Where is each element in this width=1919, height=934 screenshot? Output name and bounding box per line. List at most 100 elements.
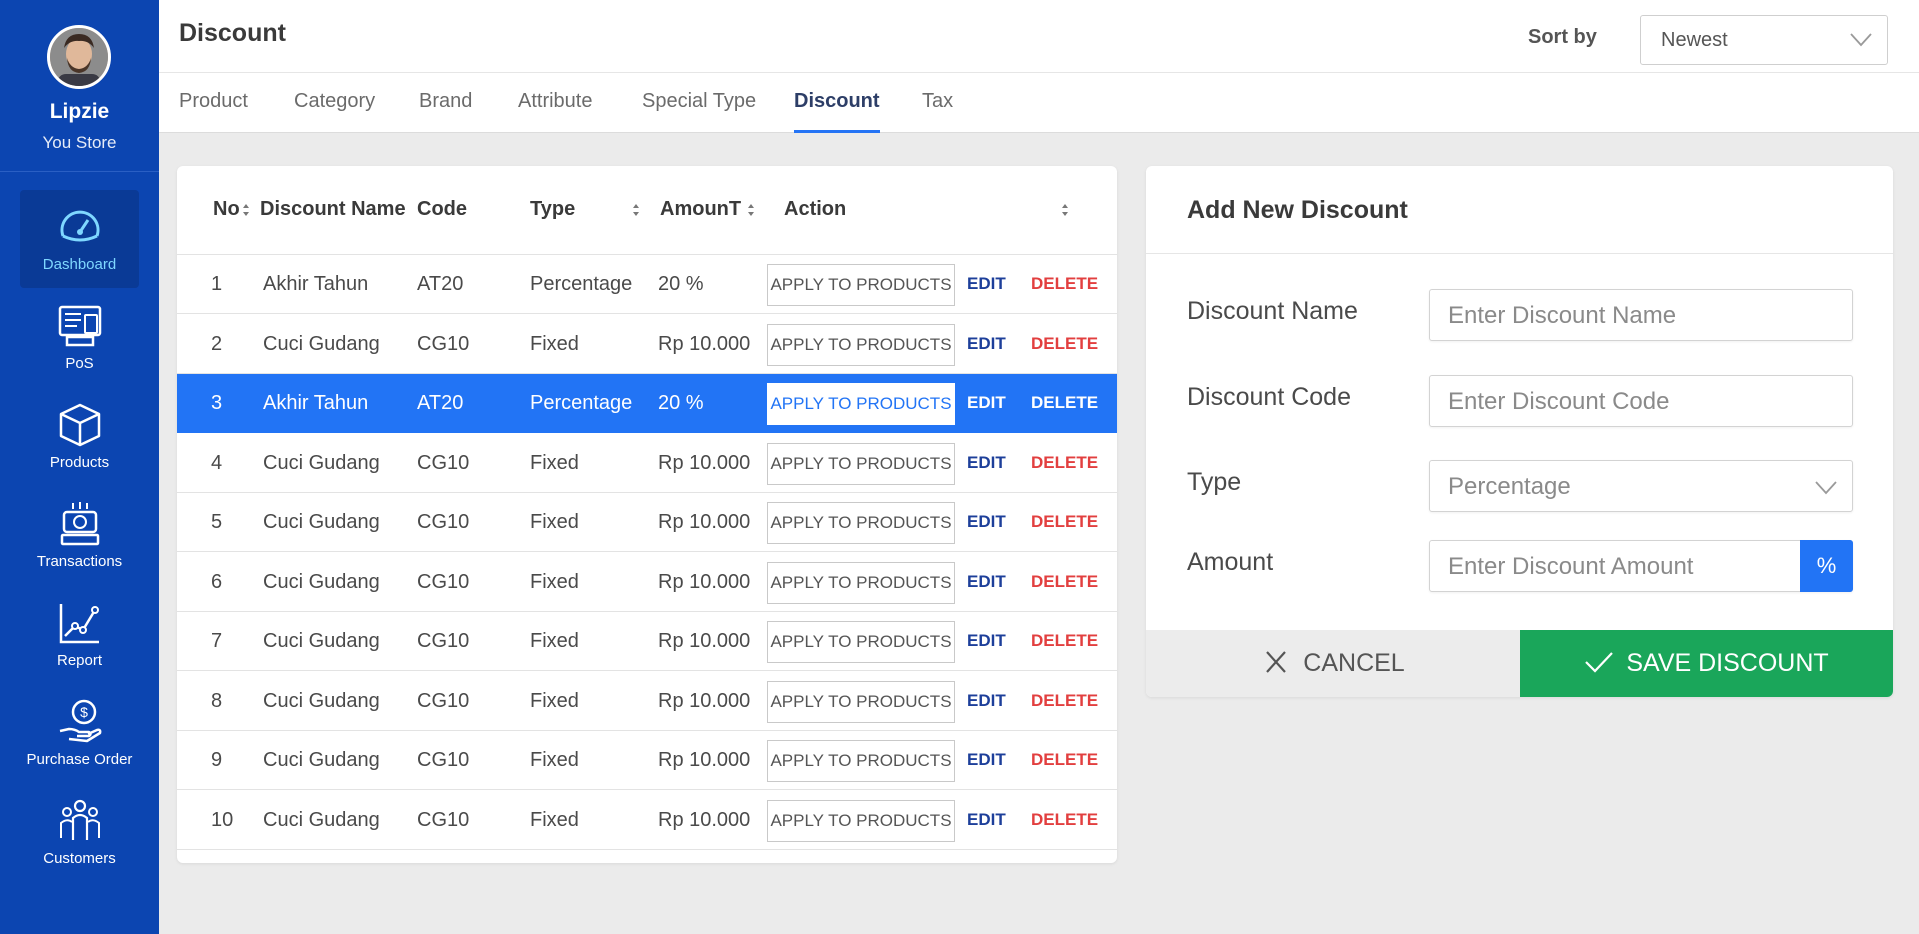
column-header-type[interactable]: Type: [530, 198, 575, 221]
tab-discount[interactable]: Discount: [794, 90, 880, 133]
table-row[interactable]: 9 Cuci Gudang CG10 Fixed Rp 10.000 APPLY TO P…: [177, 731, 1117, 790]
tab-tax[interactable]: Tax: [922, 90, 953, 133]
column-header-no[interactable]: No: [213, 198, 240, 221]
delete-button[interactable]: DELETE: [1031, 750, 1098, 770]
edit-button[interactable]: EDIT: [967, 512, 1006, 532]
delete-button[interactable]: DELETE: [1031, 334, 1098, 354]
delete-button[interactable]: DELETE: [1031, 691, 1098, 711]
sort-arrows-icon[interactable]: [632, 203, 640, 217]
cell-amount: 20 %: [658, 273, 704, 295]
cell-discount-name: Cuci Gudang: [263, 570, 380, 593]
save-discount-button[interactable]: SAVE DISCOUNT: [1520, 630, 1893, 697]
column-header-code: Code: [417, 198, 467, 220]
delete-button[interactable]: DELETE: [1031, 631, 1098, 651]
cell-code: CG10: [417, 570, 470, 593]
cell-no: 5: [211, 511, 223, 533]
table-row[interactable]: 1 Akhir Tahun AT20 Percentage 20 % APPLY TO P…: [177, 255, 1117, 314]
table-row[interactable]: 5 Cuci Gudang CG10 Fixed Rp 10.000 APPLY TO P…: [177, 493, 1117, 552]
delete-button[interactable]: DELETE: [1031, 572, 1098, 592]
tab-special-type[interactable]: Special Type: [642, 90, 756, 133]
nav-report[interactable]: Report: [20, 586, 139, 684]
apply-to-products-button[interactable]: APPLY TO PRODUCTS: [767, 799, 955, 842]
table-header: No Discount Name Code Type AmounT Action: [177, 166, 1117, 255]
cell-no: 8: [211, 689, 223, 712]
sidebar: Lipzie You Store Dashboard PoS Products: [0, 0, 159, 934]
cell-amount: Rp 10.000: [658, 808, 751, 831]
cell-type: Fixed: [530, 511, 579, 533]
nav-pos[interactable]: PoS: [20, 289, 139, 387]
sort-arrows-icon[interactable]: [747, 203, 755, 217]
nav-transactions[interactable]: Transactions: [20, 487, 139, 585]
edit-button[interactable]: EDIT: [967, 334, 1006, 354]
edit-button[interactable]: EDIT: [967, 691, 1006, 711]
apply-to-products-button[interactable]: APPLY TO PRODUCTS: [767, 383, 955, 425]
column-header-discount-name: Discount Name: [260, 198, 406, 220]
cell-no: 6: [211, 570, 223, 593]
edit-button[interactable]: EDIT: [967, 453, 1006, 473]
cell-discount-name: Cuci Gudang: [263, 511, 380, 533]
edit-button[interactable]: EDIT: [967, 572, 1006, 592]
type-label: Type: [1187, 468, 1242, 496]
cell-no: 1: [211, 273, 223, 295]
apply-to-products-button[interactable]: APPLY TO PRODUCTS: [767, 680, 955, 723]
cell-code: CG10: [417, 511, 470, 533]
apply-to-products-button[interactable]: APPLY TO PRODUCTS: [767, 442, 955, 485]
discount-code-input[interactable]: Enter Discount Code: [1429, 375, 1853, 427]
cell-discount-name: Cuci Gudang: [263, 689, 380, 712]
cancel-button[interactable]: CANCEL: [1146, 630, 1520, 697]
table-row[interactable]: 2 Cuci Gudang CG10 Fixed Rp 10.000 APPLY TO P…: [177, 315, 1117, 374]
delete-button[interactable]: DELETE: [1031, 512, 1098, 532]
type-select-value: Percentage: [1448, 473, 1571, 500]
delete-button[interactable]: DELETE: [1031, 274, 1098, 294]
nav-purchase-order[interactable]: $ Purchase Order: [20, 685, 139, 783]
discount-name-input[interactable]: Enter Discount Name: [1429, 289, 1853, 341]
nav-label-products: Products: [49, 454, 110, 471]
apply-to-products-button[interactable]: APPLY TO PRODUCTS: [767, 740, 955, 782]
cell-type: Fixed: [530, 689, 579, 712]
type-select[interactable]: Percentage: [1429, 460, 1853, 512]
sort-arrows-icon[interactable]: [242, 203, 250, 217]
apply-to-products-button[interactable]: APPLY TO PRODUCTS: [767, 561, 955, 604]
edit-button[interactable]: EDIT: [967, 393, 1006, 413]
sort-arrows-icon[interactable]: [1061, 203, 1069, 217]
table-row[interactable]: 3 Akhir Tahun AT20 Percentage 20 % APPLY TO P…: [177, 374, 1117, 433]
apply-to-products-button[interactable]: APPLY TO PRODUCTS: [767, 323, 955, 366]
edit-button[interactable]: EDIT: [967, 274, 1006, 294]
discount-amount-input[interactable]: Enter Discount Amount %: [1429, 540, 1853, 592]
form-divider: [1146, 253, 1893, 254]
header: Discount Sort by Newest: [159, 0, 1919, 73]
people-icon: [60, 799, 100, 840]
table-row[interactable]: 8 Cuci Gudang CG10 Fixed Rp 10.000 APPLY TO P…: [177, 672, 1117, 731]
apply-to-products-button[interactable]: APPLY TO PRODUCTS: [767, 502, 955, 544]
nav-dashboard[interactable]: Dashboard: [20, 190, 139, 288]
delete-button[interactable]: DELETE: [1031, 810, 1098, 830]
nav-label-customers: Customers: [43, 850, 116, 867]
cell-amount: Rp 10.000: [658, 511, 751, 533]
nav-customers[interactable]: Customers: [20, 784, 139, 882]
edit-button[interactable]: EDIT: [967, 810, 1006, 830]
nav-products[interactable]: Products: [20, 388, 139, 486]
money-hand-icon: $: [59, 699, 102, 743]
tab-attribute[interactable]: Attribute: [518, 90, 592, 133]
nav-label-report: Report: [56, 652, 103, 669]
edit-button[interactable]: EDIT: [967, 750, 1006, 770]
apply-to-products-button[interactable]: APPLY TO PRODUCTS: [767, 621, 955, 663]
cell-type: Percentage: [530, 273, 633, 295]
column-header-amount[interactable]: AmounT: [660, 198, 741, 221]
tab-brand[interactable]: Brand: [419, 90, 472, 133]
cell-code: AT20: [417, 273, 464, 295]
tab-product[interactable]: Product: [179, 90, 248, 133]
edit-button[interactable]: EDIT: [967, 631, 1006, 651]
table-row[interactable]: 10 Cuci Gudang CG10 Fixed Rp 10.000 APPLY TO …: [177, 791, 1117, 850]
tab-category[interactable]: Category: [294, 90, 375, 133]
table-row[interactable]: 4 Cuci Gudang CG10 Fixed Rp 10.000 APPLY TO P…: [177, 434, 1117, 493]
delete-button[interactable]: DELETE: [1031, 393, 1098, 413]
sort-select[interactable]: Newest: [1640, 15, 1888, 65]
table-row[interactable]: 6 Cuci Gudang CG10 Fixed Rp 10.000 APPLY TO P…: [177, 553, 1117, 612]
apply-to-products-button[interactable]: APPLY TO PRODUCTS: [767, 264, 955, 306]
delete-button[interactable]: DELETE: [1031, 453, 1098, 473]
table-row[interactable]: 7 Cuci Gudang CG10 Fixed Rp 10.000 APPLY TO P…: [177, 612, 1117, 671]
cell-type: Fixed: [530, 630, 579, 652]
cell-code: CG10: [417, 808, 470, 831]
avatar[interactable]: [47, 25, 111, 89]
